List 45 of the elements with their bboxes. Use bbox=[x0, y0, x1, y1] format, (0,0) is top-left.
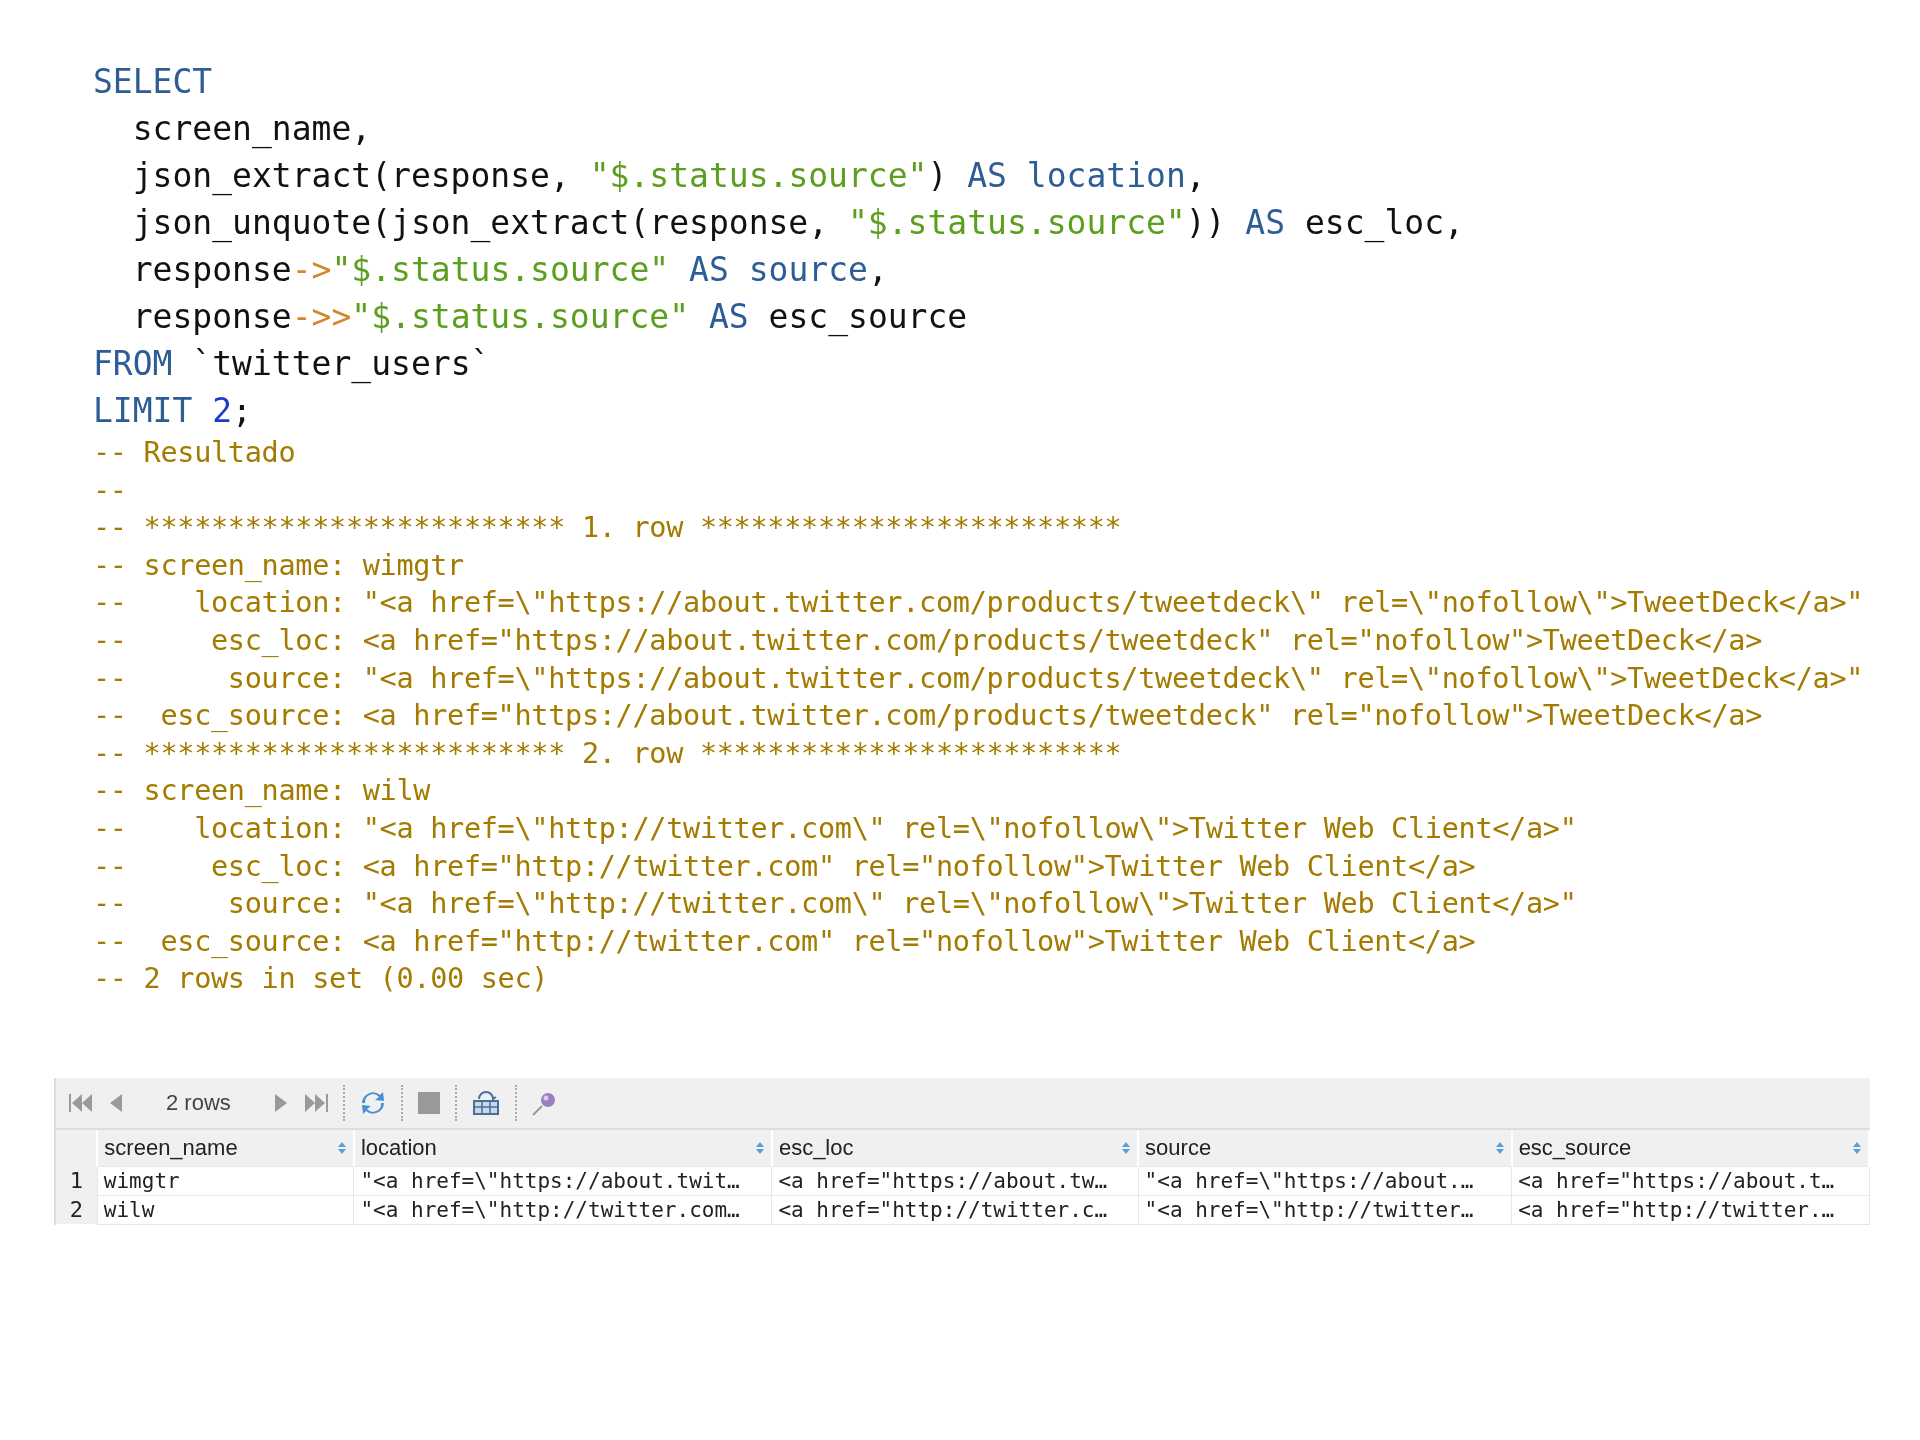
code-line: json_extract(response, "$.status.source") AS location, bbox=[131, 155, 1207, 198]
table-cell: "<a href=\"https://about.twit… bbox=[353, 1166, 772, 1196]
table-cell: <a href="http://twitter.c… bbox=[771, 1195, 1139, 1225]
table-cell: "<a href=\"https://about.… bbox=[1138, 1166, 1512, 1196]
comment-line: -- esc_loc: <a href="https://about.twitter.com/products/tweetdeck" rel="nofollow">TweetDeck</a> bbox=[93, 622, 1763, 659]
table-cell: <a href="https://about.t… bbox=[1511, 1166, 1869, 1196]
comment-line: -- screen_name: wilw bbox=[93, 773, 432, 810]
table-cell: wilw bbox=[97, 1195, 354, 1225]
comment-line: -- ************************* 1. row ************************* bbox=[93, 510, 1123, 547]
code-line: response->>"$.status.source" AS esc_source bbox=[131, 296, 969, 339]
column-header[interactable]: esc_source bbox=[1511, 1129, 1869, 1167]
export-button[interactable] bbox=[470, 1088, 501, 1117]
comment-line: -- location: "<a href=\"http://twitter.com\" rel=\"nofollow\">Twitter Web Client</a>" bbox=[93, 810, 1578, 847]
comment-line: -- Resultado bbox=[93, 435, 297, 471]
comment-line: -- screen_name: wimgtr bbox=[93, 547, 465, 584]
comment-line: -- source: "<a href=\"https://about.twitter.com/products/tweetdeck\" rel=\"nofollow\">TweetDeck</a>" bbox=[93, 660, 1865, 697]
row-number: 2 bbox=[56, 1195, 98, 1225]
code-line: FROM `twitter_users` bbox=[93, 343, 492, 386]
comment-line: -- esc_source: <a href="http://twitter.com" rel="nofollow">Twitter Web Client</a> bbox=[93, 923, 1477, 960]
comment-line: -- ************************* 2. row ************************* bbox=[93, 735, 1123, 772]
export-grid-icon bbox=[470, 1088, 501, 1117]
comment-line: -- esc_source: <a href="https://about.twitter.com/products/tweetdeck" rel="nofollow">TweetDeck</a> bbox=[93, 698, 1763, 735]
stop-icon bbox=[416, 1090, 441, 1115]
table-cell: "<a href=\"http://twitter… bbox=[1138, 1195, 1512, 1225]
comment-line: -- esc_loc: <a href="http://twitter.com" rel="nofollow">Twitter Web Client</a> bbox=[93, 848, 1477, 885]
column-header[interactable]: esc_loc bbox=[771, 1129, 1139, 1167]
stop-button[interactable] bbox=[416, 1090, 441, 1115]
code-line: LIMIT 2; bbox=[93, 390, 253, 432]
column-header[interactable]: screen_name bbox=[97, 1129, 354, 1167]
code-line: SELECT bbox=[93, 61, 214, 103]
row-count: 2 rows bbox=[165, 1089, 232, 1116]
comment-line: -- bbox=[93, 472, 128, 509]
row-number: 1 bbox=[56, 1166, 98, 1196]
comment-line: -- location: "<a href=\"https://about.twitter.com/products/tweetdeck\" rel=\"nofollow\">TweetDeck</a>" bbox=[93, 585, 1865, 622]
code-line: response->"$.status.source" AS source, bbox=[131, 249, 889, 291]
column-header[interactable]: source bbox=[1138, 1129, 1512, 1167]
table-cell: <a href="http://twitter.… bbox=[1511, 1195, 1869, 1225]
table-cell: wimgtr bbox=[97, 1166, 354, 1196]
code-line: screen_name, bbox=[131, 108, 373, 151]
table-cell: <a href="https://about.tw… bbox=[771, 1166, 1139, 1196]
column-header[interactable]: location bbox=[353, 1129, 772, 1167]
table-cell: "<a href=\"http://twitter.com… bbox=[353, 1195, 772, 1225]
comment-line: -- source: "<a href=\"http://twitter.com\" rel=\"nofollow\">Twitter Web Client</a>" bbox=[93, 886, 1578, 923]
code-line: json_unquote(json_extract(response, "$.status.source")) AS esc_loc, bbox=[131, 202, 1465, 245]
comment-line: -- 2 rows in set (0.00 sec) bbox=[93, 961, 550, 998]
